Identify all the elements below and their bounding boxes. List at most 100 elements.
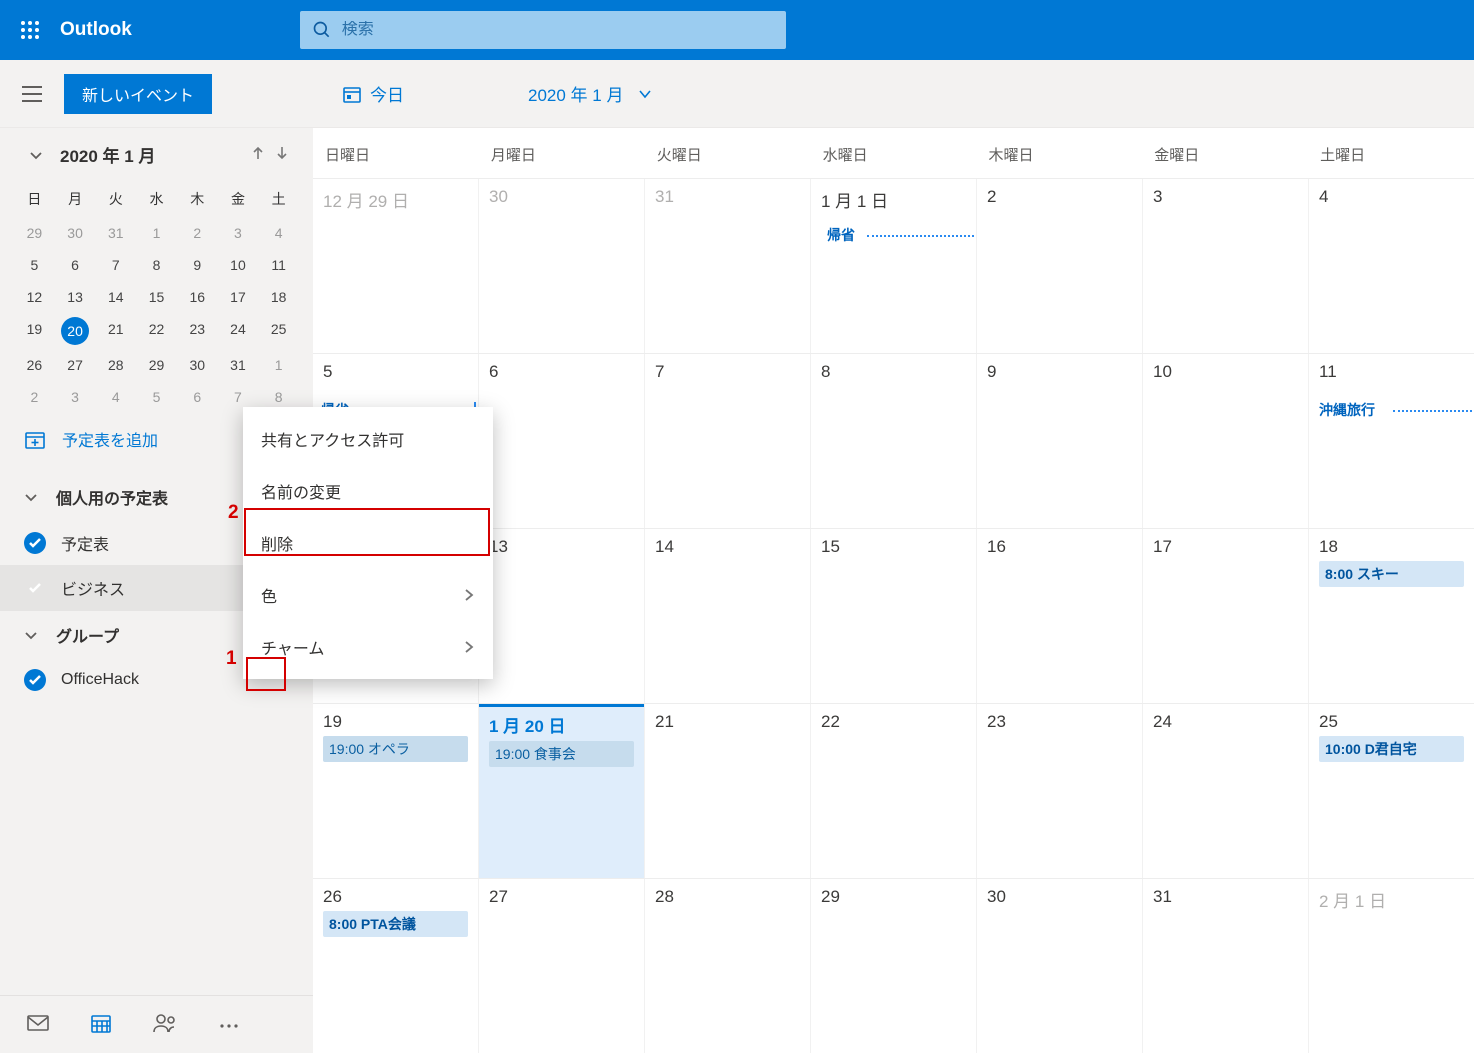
mini-calendar-collapse-icon[interactable] — [26, 148, 46, 162]
day-cell[interactable]: 7 — [645, 354, 811, 528]
event-chip[interactable]: 19:00 食事会 — [489, 741, 634, 767]
day-cell[interactable]: 13 — [479, 529, 645, 703]
day-cell[interactable]: 4 — [1309, 179, 1474, 353]
mini-day[interactable]: 2 — [14, 381, 55, 413]
mini-day[interactable]: 7 — [95, 249, 136, 281]
day-cell[interactable]: 31 — [645, 179, 811, 353]
day-cell[interactable]: 11沖縄旅行 — [1309, 354, 1474, 528]
mini-day[interactable]: 18 — [258, 281, 299, 313]
mini-day[interactable]: 1 — [136, 217, 177, 249]
mini-day[interactable]: 24 — [218, 313, 259, 349]
mini-day[interactable]: 22 — [136, 313, 177, 349]
mail-icon[interactable] — [26, 1013, 50, 1036]
today-button[interactable]: 今日 — [342, 81, 404, 106]
multiday-event[interactable]: 沖縄旅行 — [1309, 398, 1474, 422]
mini-day[interactable]: 29 — [14, 217, 55, 249]
mini-day[interactable]: 12 — [14, 281, 55, 313]
mini-day[interactable]: 26 — [14, 349, 55, 381]
calendar-check-icon[interactable] — [24, 532, 46, 554]
mini-day[interactable]: 29 — [136, 349, 177, 381]
mini-day[interactable]: 5 — [14, 249, 55, 281]
context-menu-item[interactable]: 削除 — [243, 517, 493, 569]
prev-arrow-icon[interactable] — [432, 83, 452, 105]
mini-day[interactable]: 6 — [177, 381, 218, 413]
calendar-icon[interactable] — [90, 1012, 112, 1037]
mini-prev-icon[interactable] — [251, 145, 265, 164]
day-cell[interactable]: 17 — [1143, 529, 1309, 703]
day-cell[interactable]: 30 — [479, 179, 645, 353]
day-cell[interactable]: 10 — [1143, 354, 1309, 528]
mini-next-icon[interactable] — [275, 145, 289, 164]
mini-day[interactable]: 31 — [95, 217, 136, 249]
search-input[interactable] — [342, 21, 774, 39]
day-cell[interactable]: 27 — [479, 879, 645, 1053]
mini-day[interactable]: 10 — [218, 249, 259, 281]
next-arrow-icon[interactable] — [480, 83, 500, 105]
day-cell[interactable]: 24 — [1143, 704, 1309, 878]
multiday-event[interactable]: 帰省 — [811, 223, 976, 247]
mini-day[interactable]: 19 — [14, 313, 55, 349]
day-cell[interactable]: 188:00 スキー — [1309, 529, 1474, 703]
context-menu-item[interactable]: 色 — [243, 569, 493, 621]
new-event-button[interactable]: 新しいイベント — [64, 74, 212, 114]
context-menu-item[interactable]: 名前の変更 — [243, 465, 493, 517]
mini-day[interactable]: 30 — [177, 349, 218, 381]
day-cell[interactable]: 8 — [811, 354, 977, 528]
app-launcher-icon[interactable] — [10, 10, 50, 50]
day-cell[interactable]: 1919:00 オペラ — [313, 704, 479, 878]
mini-day[interactable]: 3 — [55, 381, 96, 413]
mini-day[interactable]: 11 — [258, 249, 299, 281]
day-cell[interactable]: 2510:00 D君自宅 — [1309, 704, 1474, 878]
calendar-check-icon[interactable] — [24, 669, 46, 691]
mini-day[interactable]: 15 — [136, 281, 177, 313]
mini-day[interactable]: 8 — [136, 249, 177, 281]
event-chip[interactable]: 10:00 D君自宅 — [1319, 736, 1464, 762]
day-cell[interactable]: 268:00 PTA会議 — [313, 879, 479, 1053]
day-cell[interactable]: 9 — [977, 354, 1143, 528]
day-cell[interactable]: 22 — [811, 704, 977, 878]
mini-day[interactable]: 6 — [55, 249, 96, 281]
mini-day[interactable]: 4 — [95, 381, 136, 413]
event-chip[interactable]: 8:00 PTA会議 — [323, 911, 468, 937]
day-cell[interactable]: 3 — [1143, 179, 1309, 353]
mini-day[interactable]: 3 — [218, 217, 259, 249]
mini-day[interactable]: 1 — [258, 349, 299, 381]
day-cell[interactable]: 29 — [811, 879, 977, 1053]
mini-day[interactable]: 13 — [55, 281, 96, 313]
mini-day[interactable]: 27 — [55, 349, 96, 381]
mini-day[interactable]: 31 — [218, 349, 259, 381]
day-cell[interactable]: 28 — [645, 879, 811, 1053]
mini-calendar[interactable]: 日月火水木金土293031123456789101112131415161718… — [14, 181, 299, 413]
event-chip[interactable]: 8:00 スキー — [1319, 561, 1464, 587]
day-cell[interactable]: 2 — [977, 179, 1143, 353]
day-cell[interactable]: 16 — [977, 529, 1143, 703]
day-cell[interactable]: 15 — [811, 529, 977, 703]
day-cell[interactable]: 6 — [479, 354, 645, 528]
mini-day[interactable]: 23 — [177, 313, 218, 349]
mini-day[interactable]: 21 — [95, 313, 136, 349]
mini-day[interactable]: 5 — [136, 381, 177, 413]
mini-day[interactable]: 14 — [95, 281, 136, 313]
day-cell[interactable]: 21 — [645, 704, 811, 878]
day-cell[interactable]: 12 月 29 日 — [313, 179, 479, 353]
hamburger-icon[interactable] — [0, 85, 64, 103]
date-selector[interactable]: 2020 年 1 月 — [528, 81, 653, 106]
search-box[interactable] — [300, 11, 786, 49]
mini-day[interactable]: 17 — [218, 281, 259, 313]
mini-day[interactable]: 25 — [258, 313, 299, 349]
mini-day[interactable]: 4 — [258, 217, 299, 249]
calendar-check-icon[interactable] — [24, 577, 46, 599]
mini-day[interactable]: 20 — [55, 313, 96, 349]
more-icon[interactable] — [218, 1017, 240, 1033]
day-cell[interactable]: 23 — [977, 704, 1143, 878]
mini-day[interactable]: 16 — [177, 281, 218, 313]
day-cell[interactable]: 1 月 20 日19:00 食事会 — [479, 704, 645, 878]
day-cell[interactable]: 2 月 1 日 — [1309, 879, 1474, 1053]
day-cell[interactable]: 14 — [645, 529, 811, 703]
event-chip[interactable]: 19:00 オペラ — [323, 736, 468, 762]
mini-day[interactable]: 30 — [55, 217, 96, 249]
day-cell[interactable]: 30 — [977, 879, 1143, 1053]
day-cell[interactable]: 1 月 1 日帰省 — [811, 179, 977, 353]
context-menu-item[interactable]: チャーム — [243, 621, 493, 673]
people-icon[interactable] — [152, 1012, 178, 1037]
